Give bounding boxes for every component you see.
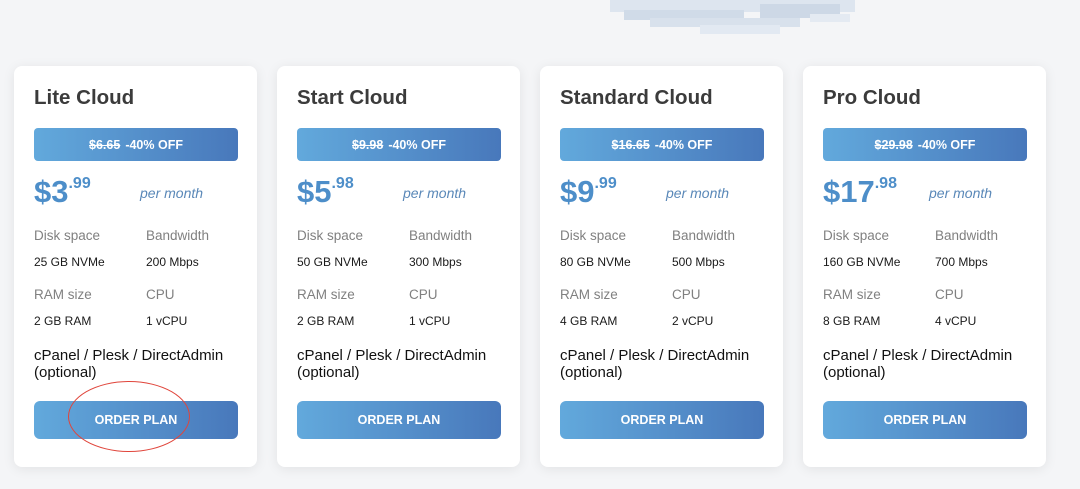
order-plan-button[interactable]: ORDER PLAN	[823, 401, 1027, 439]
discount-banner: $16.65 -40% OFF	[560, 128, 764, 161]
price-whole: $17	[823, 174, 875, 209]
cloud-decoration	[610, 0, 855, 34]
disk-space-value: 160 GB NVMe	[823, 255, 901, 269]
order-plan-button[interactable]: ORDER PLAN	[34, 401, 238, 439]
cpu-label: CPU	[935, 287, 964, 302]
disk-space-label: Disk space	[34, 228, 101, 243]
old-price: $9.98	[352, 137, 384, 152]
cpu-label: CPU	[672, 287, 701, 302]
ram-size-label: RAM size	[297, 287, 355, 302]
plan-price: $5.98	[297, 174, 354, 210]
order-plan-button[interactable]: ORDER PLAN	[297, 401, 501, 439]
discount-label: -40% OFF	[125, 137, 183, 152]
disk-space-label: Disk space	[823, 228, 890, 243]
cpu-value: 1 vCPU	[146, 314, 188, 328]
control-panel-info: cPanel / Plesk / DirectAdmin (optional)	[560, 347, 750, 381]
bandwidth-value: 500 Mbps	[672, 255, 725, 269]
disk-space-value: 25 GB NVMe	[34, 255, 105, 269]
disk-space-label: Disk space	[560, 228, 627, 243]
plan-price: $3.99	[34, 174, 91, 210]
cpu-label: CPU	[409, 287, 438, 302]
ram-size-value: 2 GB RAM	[34, 314, 92, 328]
ram-size-label: RAM size	[34, 287, 92, 302]
discount-banner: $6.65 -40% OFF	[34, 128, 238, 161]
price-cents: .99	[68, 175, 91, 192]
cpu-value: 2 vCPU	[672, 314, 714, 328]
price-whole: $5	[297, 174, 332, 209]
price-cents: .99	[594, 175, 617, 192]
billing-period: per month	[929, 185, 993, 201]
plan-title: Lite Cloud	[34, 86, 135, 109]
discount-label: -40% OFF	[654, 137, 713, 152]
ram-size-label: RAM size	[823, 287, 881, 302]
plan-price: $9.99	[560, 174, 617, 210]
disk-space-value: 80 GB NVMe	[560, 255, 631, 269]
plan-price: $17.98	[823, 174, 897, 210]
discount-banner: $9.98 -40% OFF	[297, 128, 501, 161]
price-cents: .98	[331, 175, 354, 192]
disk-space-label: Disk space	[297, 228, 364, 243]
plan-card-lite-cloud: Lite Cloud $6.65 -40% OFF $3.99 per mont…	[14, 66, 257, 467]
ram-size-label: RAM size	[560, 287, 618, 302]
control-panel-info: cPanel / Plesk / DirectAdmin (optional)	[297, 347, 487, 381]
plan-title: Start Cloud	[297, 86, 408, 109]
plan-card-start-cloud: Start Cloud $9.98 -40% OFF $5.98 per mon…	[277, 66, 520, 467]
billing-period: per month	[403, 185, 467, 201]
control-panel-info: cPanel / Plesk / DirectAdmin (optional)	[823, 347, 1013, 381]
old-price: $16.65	[611, 137, 650, 152]
old-price: $29.98	[874, 137, 913, 152]
price-whole: $9	[560, 174, 595, 209]
bandwidth-label: Bandwidth	[146, 228, 210, 243]
ram-size-value: 2 GB RAM	[297, 314, 355, 328]
cpu-label: CPU	[146, 287, 175, 302]
old-price: $6.65	[89, 137, 121, 152]
cpu-value: 1 vCPU	[409, 314, 451, 328]
bandwidth-value: 700 Mbps	[935, 255, 988, 269]
cpu-value: 4 vCPU	[935, 314, 977, 328]
price-whole: $3	[34, 174, 69, 209]
plan-title: Standard Cloud	[560, 86, 713, 109]
ram-size-value: 4 GB RAM	[560, 314, 618, 328]
price-cents: .98	[874, 175, 897, 192]
billing-period: per month	[666, 185, 730, 201]
bandwidth-value: 200 Mbps	[146, 255, 199, 269]
order-plan-button[interactable]: ORDER PLAN	[560, 401, 764, 439]
bandwidth-value: 300 Mbps	[409, 255, 462, 269]
disk-space-value: 50 GB NVMe	[297, 255, 368, 269]
discount-label: -40% OFF	[917, 137, 976, 152]
bandwidth-label: Bandwidth	[409, 228, 473, 243]
bandwidth-label: Bandwidth	[672, 228, 736, 243]
bandwidth-label: Bandwidth	[935, 228, 999, 243]
billing-period: per month	[140, 185, 204, 201]
plan-title: Pro Cloud	[823, 86, 921, 109]
discount-label: -40% OFF	[388, 137, 446, 152]
discount-banner: $29.98 -40% OFF	[823, 128, 1027, 161]
plan-card-standard-cloud: Standard Cloud $16.65 -40% OFF $9.99 per…	[540, 66, 783, 467]
ram-size-value: 8 GB RAM	[823, 314, 881, 328]
plan-card-pro-cloud: Pro Cloud $29.98 -40% OFF $17.98 per mon…	[803, 66, 1046, 467]
control-panel-info: cPanel / Plesk / DirectAdmin (optional)	[34, 347, 224, 381]
